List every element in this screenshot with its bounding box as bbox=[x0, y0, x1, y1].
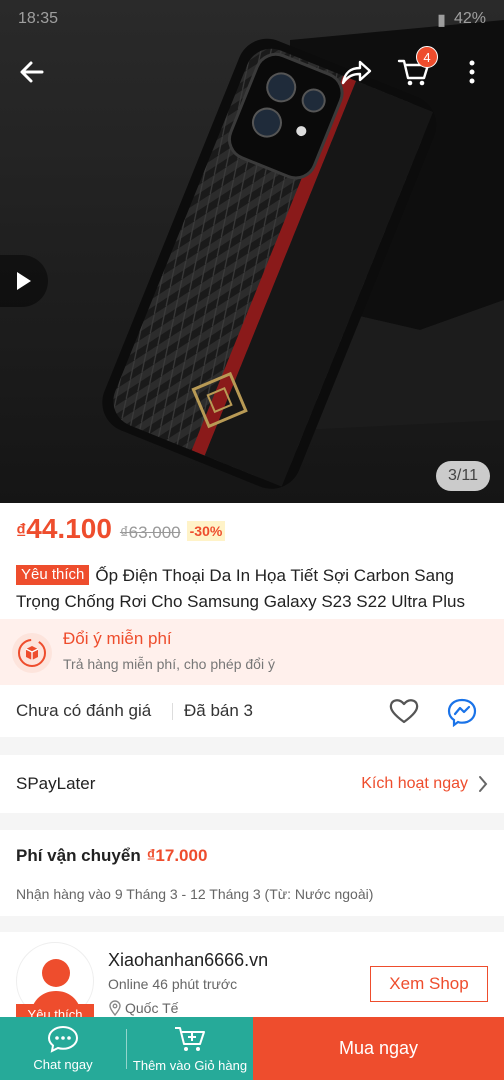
original-price: ₫63.000 bbox=[119, 523, 181, 542]
price-row: ₫ 44.100 ₫63.000 -30% bbox=[16, 513, 226, 545]
no-rating-text: Chưa có đánh giá bbox=[16, 701, 152, 720]
product-image-gallery[interactable]: 18:35 ▮ 42% 4 3/11 bbox=[0, 0, 504, 503]
image-counter: 3/11 bbox=[436, 461, 490, 491]
product-info: ₫ 44.100 ₫63.000 -30% Yêu thích Ốp Điện T… bbox=[0, 503, 504, 619]
currency-symbol: ₫ bbox=[16, 521, 27, 543]
back-button[interactable] bbox=[12, 52, 52, 92]
signal-icon: ▮ bbox=[437, 12, 446, 29]
location-pin-icon bbox=[109, 1000, 121, 1016]
rating-row: Chưa có đánh giá Đã bán 3 bbox=[0, 685, 504, 737]
sold-count: Đã bán 3 bbox=[184, 701, 253, 720]
spaylater-activate-link[interactable]: Kích hoạt ngay bbox=[361, 775, 468, 793]
return-title: Đổi ý miễn phí bbox=[63, 629, 172, 648]
shop-name: Xiaohanhan6666.vn bbox=[108, 950, 269, 970]
play-icon bbox=[17, 272, 31, 290]
free-return-banner[interactable]: Đổi ý miễn phí Trả hàng miễn phí, cho ph… bbox=[0, 619, 504, 685]
buy-now-button[interactable]: Mua ngay bbox=[253, 1017, 504, 1080]
current-price: 44.100 bbox=[26, 513, 112, 544]
share-icon bbox=[341, 60, 372, 85]
chat-now-button[interactable]: Chat ngay bbox=[0, 1017, 126, 1080]
heart-icon bbox=[389, 699, 419, 724]
share-button[interactable] bbox=[336, 52, 376, 92]
favorite-tag: Yêu thích bbox=[16, 565, 90, 585]
chevron-right-icon bbox=[478, 775, 488, 798]
status-bar: 18:35 ▮ 42% bbox=[18, 10, 486, 34]
shipping-info[interactable]: Phí vận chuyển ₫17.000 Nhận hàng vào 9 Th… bbox=[0, 830, 504, 916]
add-to-cart-icon bbox=[175, 1027, 205, 1051]
status-time: 18:35 bbox=[18, 10, 59, 27]
bottom-action-bar: Chat ngay Thêm vào Giỏ hàng Mua ngay bbox=[0, 1017, 504, 1080]
discount-badge: -30% bbox=[186, 521, 226, 541]
arrow-left-icon bbox=[20, 61, 44, 83]
battery-text: 42% bbox=[453, 10, 486, 27]
product-title: Yêu thích Ốp Điện Thoại Da In Họa Tiết Sợ… bbox=[16, 563, 490, 615]
product-page: 18:35 ▮ 42% 4 3/11 ₫ 44.100 ₫63.000 -30%… bbox=[0, 0, 504, 1080]
delivery-estimate: Nhận hàng vào 9 Tháng 3 - 12 Tháng 3 (Từ… bbox=[16, 886, 374, 902]
shipping-label: Phí vận chuyển ₫17.000 bbox=[16, 846, 208, 865]
return-subtitle: Trả hàng miễn phí, cho phép đổi ý bbox=[63, 656, 275, 672]
shop-online-status: Online 46 phút trước bbox=[108, 976, 238, 992]
shipping-price: ₫17.000 bbox=[146, 846, 208, 865]
spaylater-row[interactable]: SPayLater Kích hoạt ngay bbox=[0, 755, 504, 813]
chat-bubble-icon bbox=[47, 1025, 79, 1053]
divider bbox=[172, 703, 173, 720]
return-box-icon bbox=[12, 633, 52, 673]
cart-button[interactable]: 4 bbox=[394, 46, 438, 92]
spaylater-label: SPayLater bbox=[16, 774, 96, 793]
more-options-button[interactable] bbox=[452, 52, 492, 92]
shop-location: Quốc Tế bbox=[108, 1000, 178, 1016]
view-shop-button[interactable]: Xem Shop bbox=[370, 966, 488, 1002]
favorite-button[interactable] bbox=[388, 697, 420, 730]
messenger-share-button[interactable] bbox=[446, 697, 478, 732]
more-vertical-icon bbox=[469, 60, 475, 84]
cart-count-badge: 4 bbox=[416, 46, 438, 68]
messenger-icon bbox=[447, 698, 477, 728]
add-to-cart-button[interactable]: Thêm vào Giỏ hàng bbox=[127, 1017, 253, 1080]
